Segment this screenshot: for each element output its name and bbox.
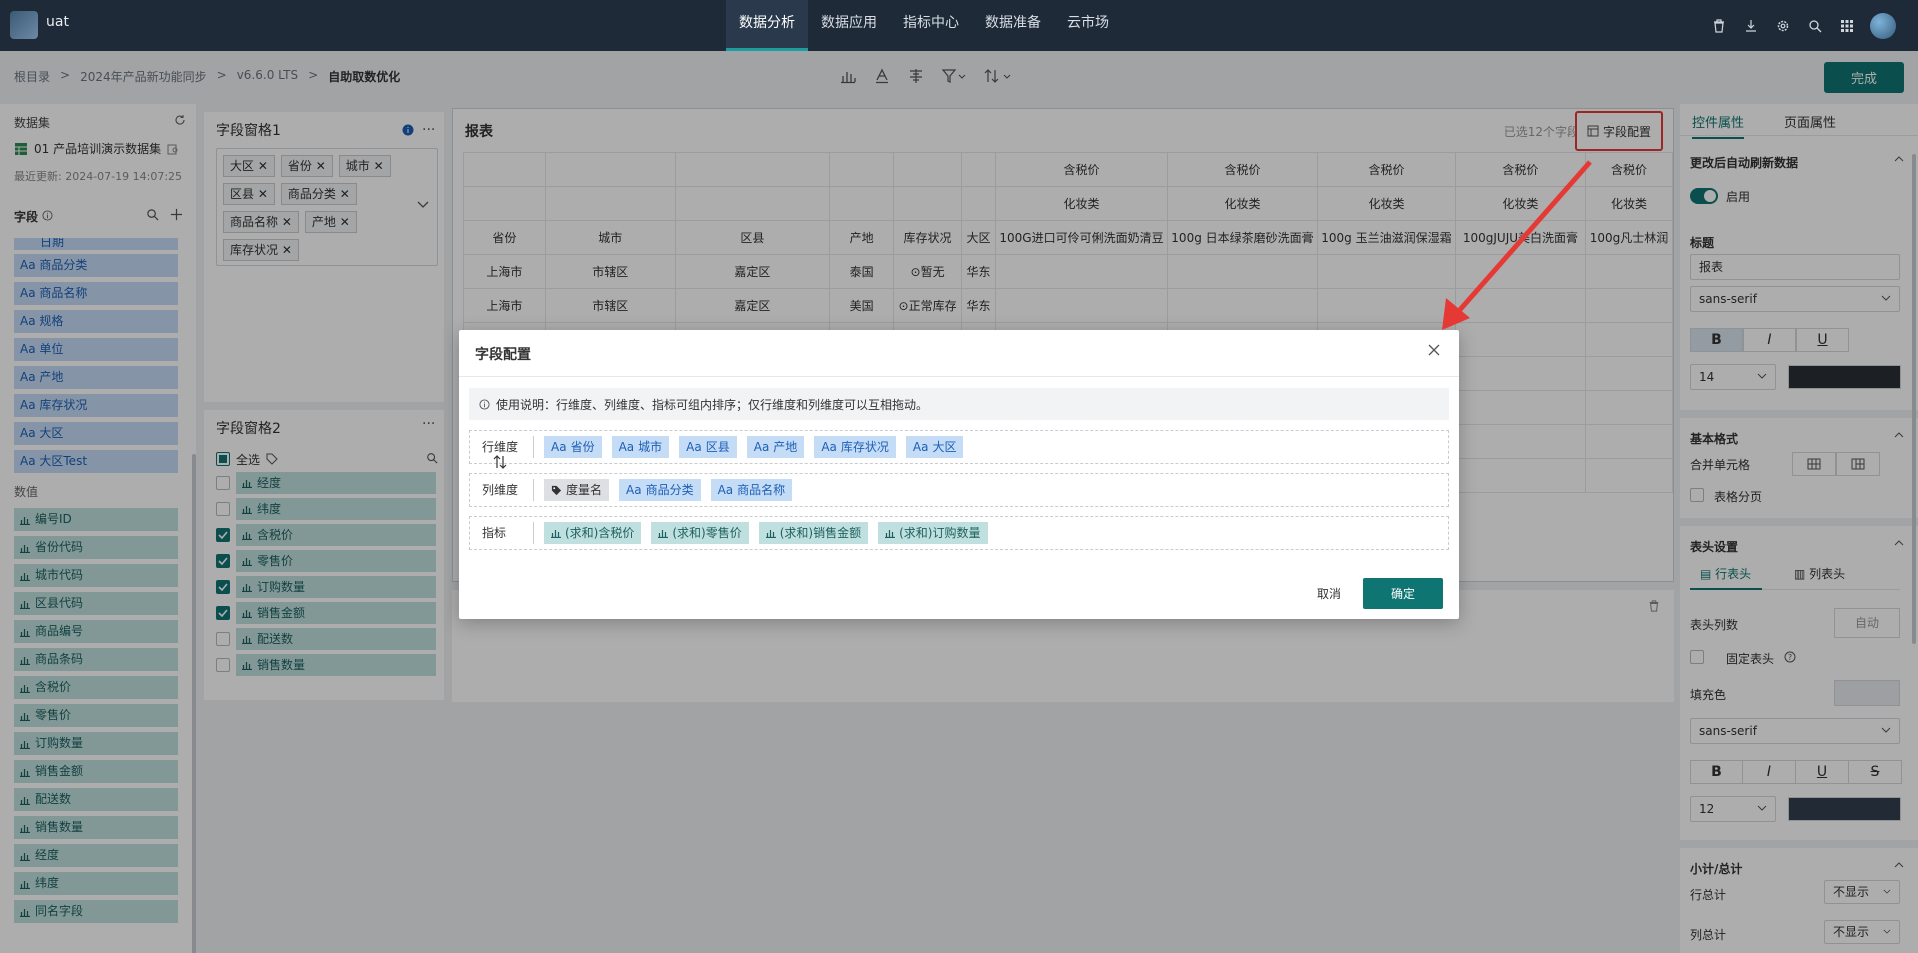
measure-icon bbox=[658, 528, 669, 538]
download-icon[interactable] bbox=[1742, 17, 1760, 35]
nav-data-prep[interactable]: 数据准备 bbox=[972, 0, 1054, 51]
dim-chip[interactable]: Aa 区县 bbox=[679, 436, 737, 458]
dim-chip[interactable]: Aa 商品分类 bbox=[619, 479, 701, 501]
row-dimension-dropzone[interactable]: 行维度 Aa 省份 Aa 城市 Aa 区县 Aa 产地 Aa 库存状况 Aa 大区 bbox=[469, 430, 1449, 464]
column-dimension-dropzone[interactable]: 列维度 度量名 Aa 商品分类 Aa 商品名称 bbox=[469, 473, 1449, 507]
metric-chip[interactable]: (求和)销售金额 bbox=[758, 522, 869, 544]
main-nav: 数据分析 数据应用 指标中心 数据准备 云市场 bbox=[726, 0, 1122, 51]
avatar[interactable] bbox=[1870, 12, 1896, 39]
metric-chip[interactable]: (求和)含税价 bbox=[544, 522, 642, 544]
dim-chip[interactable]: Aa 库存状况 bbox=[814, 436, 896, 458]
app-logo[interactable] bbox=[10, 11, 38, 39]
usage-text: 使用说明：行维度、列维度、指标可组内排序；仅行维度和列维度可以互相拖动。 bbox=[496, 397, 929, 412]
dim-chip[interactable]: Aa 产地 bbox=[746, 436, 805, 458]
confirm-button[interactable]: 确定 bbox=[1363, 578, 1443, 609]
col-dim-label: 列维度 bbox=[470, 479, 534, 501]
measure-icon bbox=[765, 528, 776, 538]
nav-metrics-center[interactable]: 指标中心 bbox=[890, 0, 972, 51]
trash-icon[interactable] bbox=[1710, 17, 1728, 35]
measure-name-chip[interactable]: 度量名 bbox=[544, 479, 610, 501]
dim-chip[interactable]: Aa 商品名称 bbox=[710, 479, 793, 501]
search-icon[interactable] bbox=[1806, 17, 1824, 35]
measure-icon bbox=[551, 528, 561, 538]
dialog-title: 字段配置 bbox=[475, 347, 531, 363]
cancel-button[interactable]: 取消 bbox=[1299, 578, 1359, 609]
app-name: uat bbox=[46, 14, 69, 30]
dim-chip[interactable]: Aa 大区 bbox=[905, 436, 964, 458]
metric-chip[interactable]: (求和)订购数量 bbox=[878, 522, 988, 544]
usage-notice: 使用说明：行维度、列维度、指标可组内排序；仅行维度和列维度可以互相拖动。 bbox=[469, 388, 1449, 420]
nav-data-analysis[interactable]: 数据分析 bbox=[726, 0, 808, 51]
measure-icon bbox=[885, 528, 896, 538]
close-icon[interactable] bbox=[1427, 343, 1443, 359]
nav-cloud-market[interactable]: 云市场 bbox=[1054, 0, 1122, 51]
metric-dropzone[interactable]: 指标 (求和)含税价 (求和)零售价 (求和)销售金额 (求和)订购数量 bbox=[469, 516, 1449, 550]
field-config-dialog: 字段配置 使用说明：行维度、列维度、指标可组内排序；仅行维度和列维度可以互相拖动… bbox=[459, 330, 1459, 619]
info-icon bbox=[479, 398, 490, 410]
metric-chip[interactable]: (求和)零售价 bbox=[651, 522, 749, 544]
top-bar: uat 数据分析 数据应用 指标中心 数据准备 云市场 bbox=[0, 0, 1918, 51]
nav-data-apps[interactable]: 数据应用 bbox=[808, 0, 890, 51]
grid-icon[interactable] bbox=[1838, 17, 1856, 35]
tag-icon bbox=[551, 485, 562, 495]
top-icons bbox=[1710, 0, 1896, 51]
gear-icon[interactable] bbox=[1774, 17, 1792, 35]
metric-label: 指标 bbox=[470, 522, 534, 544]
dim-chip[interactable]: Aa 城市 bbox=[611, 436, 670, 458]
dim-chip[interactable]: Aa 省份 bbox=[544, 436, 602, 458]
swap-icon[interactable] bbox=[493, 455, 507, 469]
